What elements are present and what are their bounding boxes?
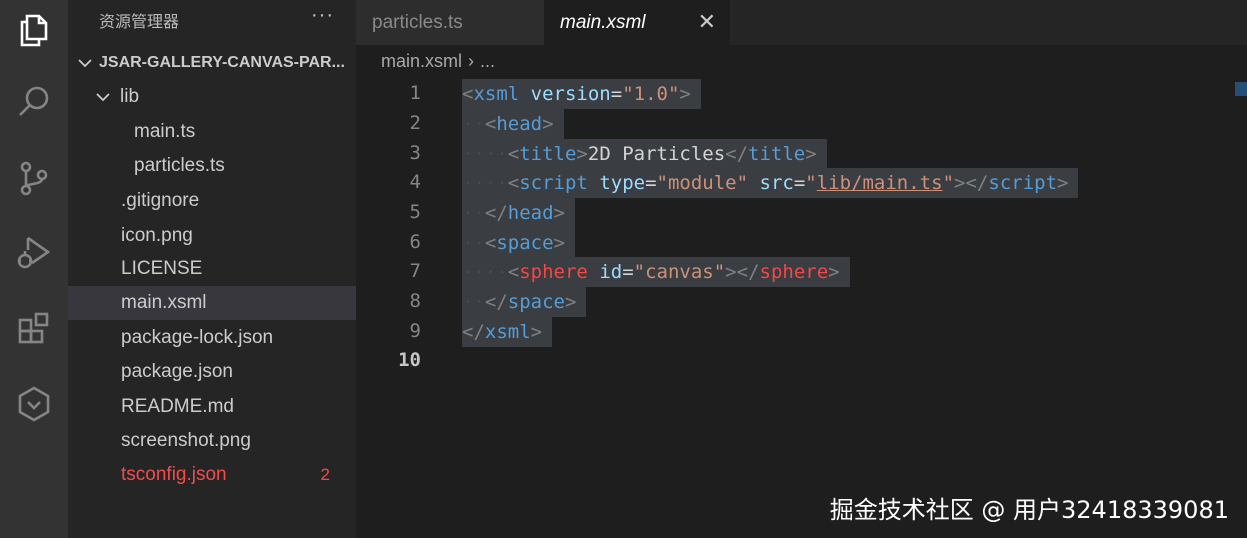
folder-lib[interactable]: lib [68, 80, 356, 114]
line-number: 2 [409, 112, 421, 134]
tree-item-label: main.xsml [121, 292, 207, 313]
editor-area: particles.ts main.xsml ✕ main.xsml ›... 1… [356, 0, 1247, 538]
tab-label: particles.ts [372, 11, 463, 33]
code-line: 2 ··<head> [356, 109, 1247, 139]
tree-item-label: README.md [121, 396, 234, 417]
code-line: 6 ··<space> [356, 228, 1247, 258]
code-line: 7 ····<sphere id="canvas"></sphere> [356, 257, 1247, 287]
breadcrumb: main.xsml ›... [381, 51, 495, 72]
tree-item-label: package.json [121, 361, 233, 382]
sidebar-header: 资源管理器 ··· [68, 0, 356, 40]
tree-item-label: screenshot.png [121, 430, 251, 451]
file-package-lock-json[interactable]: package-lock.json [68, 321, 356, 355]
line-number: 8 [409, 290, 421, 312]
tab-label: main.xsml [560, 11, 646, 33]
file-license[interactable]: LICENSE [68, 252, 356, 286]
source-control-icon[interactable] [0, 148, 68, 208]
problem-count-badge: 2 [320, 465, 330, 484]
code-line: 10 [356, 346, 1247, 376]
file-lib-main-ts[interactable]: main.ts [68, 115, 356, 149]
activity-bar [0, 0, 68, 538]
line-content: ··</space> [462, 287, 587, 317]
tab-main-xsml[interactable]: main.xsml ✕ [544, 0, 730, 45]
line-content: </xsml> [462, 317, 553, 347]
chevron-down-icon [94, 88, 112, 106]
file-screenshot-png[interactable]: screenshot.png [68, 424, 356, 458]
line-content: ····<title>2D Particles</title> [462, 139, 827, 169]
code-line: 1 <xsml version="1.0"> [356, 79, 1247, 109]
tree-item-label: .gitignore [121, 190, 200, 211]
import-path-warning: lib/main.ts [816, 172, 943, 194]
tree-item-label: package-lock.json [121, 327, 274, 348]
line-number: 7 [409, 260, 421, 282]
sidebar-title: 资源管理器 [99, 12, 180, 31]
files-icon[interactable] [0, 0, 68, 60]
line-number: 5 [409, 201, 421, 223]
line-content: ··</head> [462, 198, 575, 228]
code-line: 5 ··</head> [356, 198, 1247, 228]
close-icon[interactable]: ✕ [698, 9, 716, 35]
line-number: 6 [409, 231, 421, 253]
tab-particles-ts[interactable]: particles.ts [356, 0, 544, 45]
tree-item-label: icon.png [121, 225, 193, 246]
file-package-json[interactable]: package.json [68, 355, 356, 389]
tree-item-label: lib [120, 86, 140, 107]
file-readme-md[interactable]: README.md [68, 390, 356, 424]
run-debug-icon[interactable] [0, 222, 68, 282]
line-content: ····<sphere id="canvas"></sphere> [462, 257, 850, 287]
more-actions-button[interactable]: ··· [311, 4, 334, 27]
code-line: 9 </xsml> [356, 317, 1247, 347]
explorer-sidebar: 资源管理器 ··· JSAR-GALLERY-CANVAS-PAR... lib… [68, 0, 356, 538]
code-line: 4 ····<script type="module" src="lib/mai… [356, 168, 1247, 198]
file-main-xsml[interactable]: main.xsml [68, 286, 356, 320]
code-line: 3 ····<title>2D Particles</title> [356, 139, 1247, 169]
tree-item-label: LICENSE [121, 258, 203, 279]
minimap-selection-marker[interactable] [1235, 82, 1247, 96]
breadcrumb-file[interactable]: main.xsml [381, 51, 462, 71]
line-content: <xsml version="1.0"> [462, 79, 701, 109]
chevron-down-icon [76, 54, 94, 72]
line-content: ··<head> [462, 109, 564, 139]
line-content: ····<script type="module" src="lib/main.… [462, 168, 1079, 198]
line-number: 3 [409, 142, 421, 164]
chevron-right-icon: › [468, 51, 475, 71]
file-tsconfig-json[interactable]: tsconfig.json 2 [68, 458, 356, 492]
breadcrumb-more[interactable]: ... [480, 51, 495, 71]
file-gitignore[interactable]: .gitignore [68, 184, 356, 218]
workspace-root[interactable]: JSAR-GALLERY-CANVAS-PAR... [68, 46, 356, 80]
tab-bar: particles.ts main.xsml ✕ [356, 0, 1247, 45]
line-number: 9 [409, 320, 421, 342]
file-lib-particles-ts[interactable]: particles.ts [68, 149, 356, 183]
extensions-icon[interactable] [0, 298, 68, 358]
workspace-root-label: JSAR-GALLERY-CANVAS-PAR... [99, 54, 345, 71]
remote-icon[interactable] [0, 374, 68, 434]
line-number: 10 [398, 349, 421, 371]
code-line: 8 ··</space> [356, 287, 1247, 317]
tree-item-label: main.ts [134, 121, 196, 142]
tree-item-label: particles.ts [134, 155, 225, 176]
line-content: ··<space> [462, 228, 575, 258]
line-number: 4 [409, 171, 421, 193]
watermark: 掘金技术社区 @ 用户32418339081 [829, 496, 1229, 524]
tree-item-label: tsconfig.json [121, 464, 227, 485]
file-icon-png[interactable]: icon.png [68, 219, 356, 253]
line-number: 1 [409, 82, 421, 104]
search-icon[interactable] [0, 72, 68, 132]
